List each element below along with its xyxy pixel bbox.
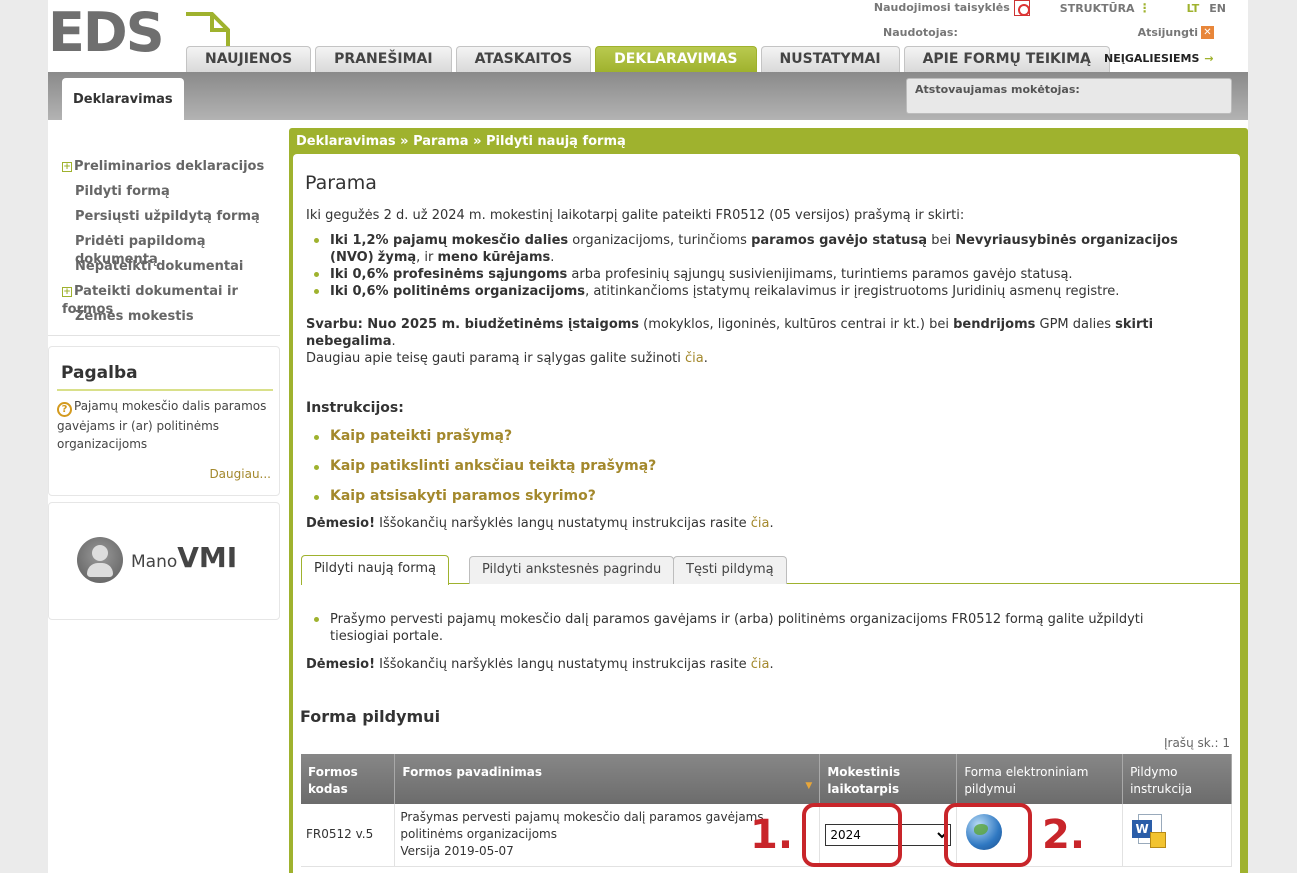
lang-en[interactable]: EN bbox=[1209, 2, 1226, 15]
tab-continue-filling[interactable]: Tęsti pildymą bbox=[673, 556, 787, 584]
tree-structure-icon: ⋮ bbox=[1138, 1, 1151, 15]
structure-link[interactable]: STRUKTŪRA ⋮ bbox=[1060, 1, 1151, 15]
eds-page: EDS Naudojimosi taisyklės STRUKTŪRA ⋮ LT … bbox=[48, 0, 1248, 873]
form-section-title: Forma pildymui bbox=[300, 707, 441, 726]
content-area: Parama Iki gegužės 2 d. už 2024 m. mokes… bbox=[293, 154, 1240, 873]
top-links: Naudojimosi taisyklės STRUKTŪRA ⋮ LT EN bbox=[874, 0, 1226, 16]
attention-notice-2: Dėmesio! Iššokančių naršyklės langų nust… bbox=[306, 657, 774, 672]
header-form-name[interactable]: Formos pavadinimas ▼ bbox=[394, 754, 821, 804]
close-icon: ✕ bbox=[1201, 26, 1214, 39]
table-header-row: Formos kodas Formos pavadinimas ▼ Mokesti… bbox=[301, 754, 1232, 804]
header-tax-period: Mokestinis laikotarpis bbox=[819, 754, 958, 804]
tab-ataskaitos[interactable]: ATASKAITOS bbox=[455, 46, 592, 72]
payer-label: Atstovaujamas mokėtojas: bbox=[915, 83, 1080, 96]
tab-naujienos[interactable]: NAUJIENOS bbox=[186, 46, 312, 72]
sidebar-item-nepateikti[interactable]: Nepateikti dokumentai bbox=[48, 258, 280, 283]
help-title: Pagalba bbox=[61, 363, 138, 383]
instructions-list: Kaip pateikti prašymą? Kaip patikslinti … bbox=[306, 428, 656, 518]
page-title: Parama bbox=[305, 172, 377, 194]
tab-nustatymai[interactable]: NUSTATYMAI bbox=[760, 46, 900, 72]
sub-navigation-bar: Deklaravimas Atstovaujamas mokėtojas: bbox=[48, 72, 1248, 120]
header-electronic-form: Forma elektroniniam pildymui bbox=[956, 754, 1124, 804]
attention-notice: Dėmesio! Iššokančių naršyklės langų nust… bbox=[306, 516, 774, 531]
list-item: Iki 1,2% pajamų mokesčio dalies organiza… bbox=[306, 232, 1186, 266]
cell-form-code: FR0512 v.5 bbox=[301, 804, 396, 867]
help-divider bbox=[57, 389, 273, 391]
rules-link[interactable]: Naudojimosi taisyklės bbox=[874, 0, 1030, 16]
instruction-link-cancel[interactable]: Kaip atsisakyti paramos skyrimo? bbox=[306, 488, 656, 518]
sidebar-menu: + Preliminarios deklaracijos Pildyti form… bbox=[48, 120, 280, 336]
tab-pranesimai[interactable]: PRANEŠIMAI bbox=[315, 46, 452, 72]
help-more-link[interactable]: Daugiau... bbox=[209, 467, 271, 481]
form-tabs: Pildyti naują formą Pildyti ankstesnės p… bbox=[301, 554, 1240, 585]
intro-text: Iki gegužės 2 d. už 2024 m. mokestinį la… bbox=[306, 208, 965, 223]
tab-apie-formu-teikima[interactable]: APIE FORMŲ TEIKIMĄ bbox=[903, 46, 1110, 72]
accessibility-link[interactable]: NEĮGALIESIEMS → bbox=[1104, 52, 1214, 65]
sidebar-item-pildyti-forma[interactable]: Pildyti formą bbox=[48, 183, 280, 208]
mano-vmi-logo: ManoVMI bbox=[131, 541, 238, 574]
tab-fill-from-previous[interactable]: Pildyti ankstesnės pagrindu bbox=[469, 556, 675, 584]
instructions-title: Instrukcijos: bbox=[306, 400, 404, 416]
list-item: Iki 0,6% politinėms organizacijoms, atit… bbox=[306, 283, 1186, 300]
popup-instructions-link[interactable]: čia bbox=[751, 657, 770, 672]
logo-text: EDS bbox=[48, 1, 165, 64]
lang-lt[interactable]: LT bbox=[1187, 2, 1200, 15]
expand-plus-icon[interactable]: + bbox=[62, 287, 72, 297]
header-instructions: Pildymo instrukcija bbox=[1122, 754, 1232, 804]
sidebar-item-persiusti[interactable]: Persiųsti užpildytą formą bbox=[48, 208, 280, 233]
important-notice: Svarbu: Nuo 2025 m. biudžetinėms įstaigo… bbox=[306, 317, 1154, 366]
help-topic-link[interactable]: ? Pajamų mokesčio dalis paramos gavėjams … bbox=[57, 397, 273, 453]
help-box: Pagalba ? Pajamų mokesčio dalis paramos g… bbox=[48, 346, 280, 496]
represented-payer-box: Atstovaujamas mokėtojas: bbox=[906, 78, 1232, 114]
mano-vmi-banner[interactable]: ManoVMI bbox=[48, 502, 280, 620]
sidebar-item-preliminarios[interactable]: + Preliminarios deklaracijos bbox=[48, 158, 280, 183]
annotation-box-1 bbox=[802, 803, 902, 867]
expand-plus-icon[interactable]: + bbox=[62, 162, 72, 172]
pdf-icon bbox=[1013, 0, 1030, 16]
arrow-right-icon: → bbox=[1204, 52, 1214, 65]
cell-instructions: W bbox=[1122, 804, 1232, 867]
annotation-label-2: 2. bbox=[1042, 812, 1086, 858]
main-tabs: NAUJIENOS PRANEŠIMAI ATASKAITOS DEKLARAV… bbox=[186, 46, 1110, 72]
tab-deklaravimas[interactable]: DEKLARAVIMAS bbox=[595, 46, 757, 72]
subtab-deklaravimas[interactable]: Deklaravimas bbox=[62, 78, 184, 120]
annotation-label-1: 1. bbox=[750, 812, 794, 858]
sidebar-item-pateikti[interactable]: + Pateikti dokumentai ir formos bbox=[48, 283, 280, 317]
logout-link[interactable]: Atsijungti ✕ bbox=[1138, 26, 1214, 39]
word-document-icon[interactable]: W bbox=[1132, 814, 1167, 850]
breadcrumb: Deklaravimas » Parama » Pildyti naują fo… bbox=[296, 134, 626, 149]
header-form-code: Formos kodas bbox=[301, 754, 396, 804]
instruction-link-submit[interactable]: Kaip pateikti prašymą? bbox=[306, 428, 656, 458]
sidebar-item-prideti-dokumenta[interactable]: Pridėti papildomą dokumentą bbox=[48, 233, 280, 267]
user-label: Naudotojas: bbox=[883, 26, 958, 39]
annotation-box-2 bbox=[944, 803, 1032, 867]
support-bullets: Iki 1,2% pajamų mokesčio dalies organiza… bbox=[306, 232, 1186, 300]
tab-fill-new-form[interactable]: Pildyti naują formą bbox=[301, 555, 449, 585]
popup-instructions-link[interactable]: čia bbox=[751, 516, 770, 531]
question-icon: ? bbox=[57, 402, 72, 417]
sidebar-item-zemes-mokestis[interactable]: Žemės mokestis bbox=[48, 308, 280, 333]
list-item: Iki 0,6% profesinėms sąjungoms arba prof… bbox=[306, 266, 1186, 283]
form-info-text: Prašymo pervesti pajamų mokesčio dalį pa… bbox=[306, 611, 1186, 645]
record-count: Įrašų sk.: 1 bbox=[1163, 736, 1230, 750]
instruction-link-correct[interactable]: Kaip patikslinti anksčiau teiktą prašymą… bbox=[306, 458, 656, 488]
user-avatar-icon bbox=[77, 537, 123, 583]
sort-icon[interactable]: ▼ bbox=[805, 778, 812, 795]
main-panel: Deklaravimas » Parama » Pildyti naują fo… bbox=[289, 128, 1248, 873]
more-info-link[interactable]: čia bbox=[685, 351, 704, 366]
